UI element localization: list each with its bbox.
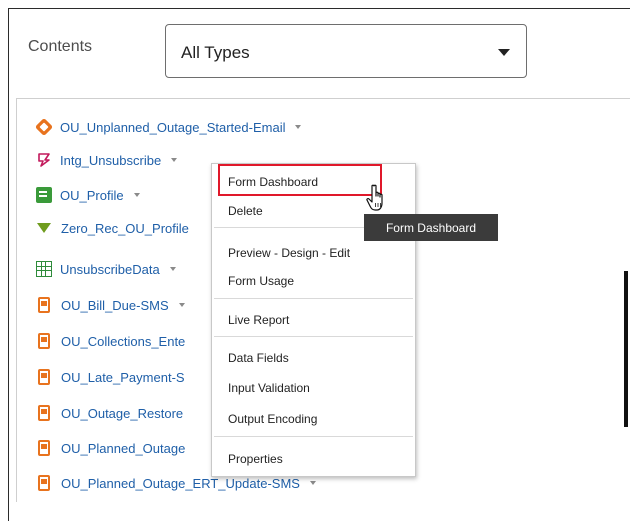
item-name[interactable]: OU_Planned_Outage_ERT_Update-SMS bbox=[61, 476, 300, 491]
item-menu-caret-icon[interactable] bbox=[133, 193, 140, 197]
menu-item-preview-design-edit[interactable]: Preview - Design - Edit bbox=[228, 246, 350, 260]
item-menu-caret-icon[interactable] bbox=[171, 158, 178, 162]
sms-icon bbox=[38, 440, 50, 456]
list-item[interactable]: Zero_Rec_OU_Profile bbox=[36, 218, 189, 238]
type-filter-value: All Types bbox=[181, 43, 250, 62]
item-name[interactable]: OU_Planned_Outage bbox=[61, 441, 185, 456]
contents-label: Contents bbox=[28, 38, 93, 55]
menu-item-data-fields[interactable]: Data Fields bbox=[228, 351, 289, 365]
list-item[interactable]: UnsubscribeData bbox=[36, 259, 176, 279]
list-item[interactable]: OU_Planned_Outage bbox=[36, 438, 185, 458]
list-item[interactable]: Intg_Unsubscribe bbox=[36, 150, 178, 170]
form-icon bbox=[36, 152, 52, 168]
highlight-box bbox=[218, 164, 382, 196]
list-item[interactable]: OU_Late_Payment-S bbox=[36, 367, 185, 387]
item-name[interactable]: Intg_Unsubscribe bbox=[60, 153, 161, 168]
list-item[interactable]: OU_Collections_Ente bbox=[36, 331, 185, 351]
filter-icon bbox=[37, 223, 51, 233]
list-item[interactable]: OU_Outage_Restore bbox=[36, 403, 183, 423]
email-icon bbox=[34, 117, 54, 137]
list-item[interactable]: OU_Unplanned_Outage_Started-Email bbox=[34, 117, 302, 137]
item-menu-caret-icon[interactable] bbox=[295, 125, 302, 129]
scrollbar-thumb[interactable] bbox=[624, 271, 628, 427]
sms-icon bbox=[38, 333, 50, 349]
list-item[interactable]: OU_Profile bbox=[36, 185, 140, 205]
menu-item-live-report[interactable]: Live Report bbox=[228, 313, 289, 327]
type-filter-select[interactable]: All Types bbox=[165, 24, 527, 78]
menu-item-output-encoding[interactable]: Output Encoding bbox=[228, 412, 317, 426]
profile-icon bbox=[36, 187, 52, 203]
caret-down-icon bbox=[498, 49, 510, 56]
menu-item-properties[interactable]: Properties bbox=[228, 452, 283, 466]
item-name[interactable]: OU_Bill_Due-SMS bbox=[61, 298, 169, 313]
menu-separator bbox=[214, 436, 413, 437]
item-name[interactable]: OU_Collections_Ente bbox=[61, 334, 185, 349]
sms-icon bbox=[38, 405, 50, 421]
sms-icon bbox=[38, 297, 50, 313]
item-menu-caret-icon[interactable] bbox=[178, 303, 185, 307]
sms-icon bbox=[38, 475, 50, 491]
item-name[interactable]: OU_Outage_Restore bbox=[61, 406, 183, 421]
sms-icon bbox=[38, 369, 50, 385]
menu-separator bbox=[214, 336, 413, 337]
list-item[interactable]: OU_Bill_Due-SMS bbox=[36, 295, 185, 315]
menu-item-input-validation[interactable]: Input Validation bbox=[228, 381, 310, 395]
item-menu-caret-icon[interactable] bbox=[309, 481, 316, 485]
table-icon bbox=[36, 261, 52, 277]
item-name[interactable]: UnsubscribeData bbox=[60, 262, 160, 277]
item-name[interactable]: OU_Late_Payment-S bbox=[61, 370, 185, 385]
item-name[interactable]: OU_Profile bbox=[60, 188, 124, 203]
item-menu-caret-icon[interactable] bbox=[169, 267, 176, 271]
menu-item-form-usage[interactable]: Form Usage bbox=[228, 274, 294, 288]
menu-item-delete[interactable]: Delete bbox=[228, 204, 263, 218]
item-name[interactable]: Zero_Rec_OU_Profile bbox=[61, 221, 189, 236]
menu-separator bbox=[214, 298, 413, 299]
hand-cursor-icon bbox=[366, 184, 392, 219]
item-name[interactable]: OU_Unplanned_Outage_Started-Email bbox=[60, 120, 285, 135]
